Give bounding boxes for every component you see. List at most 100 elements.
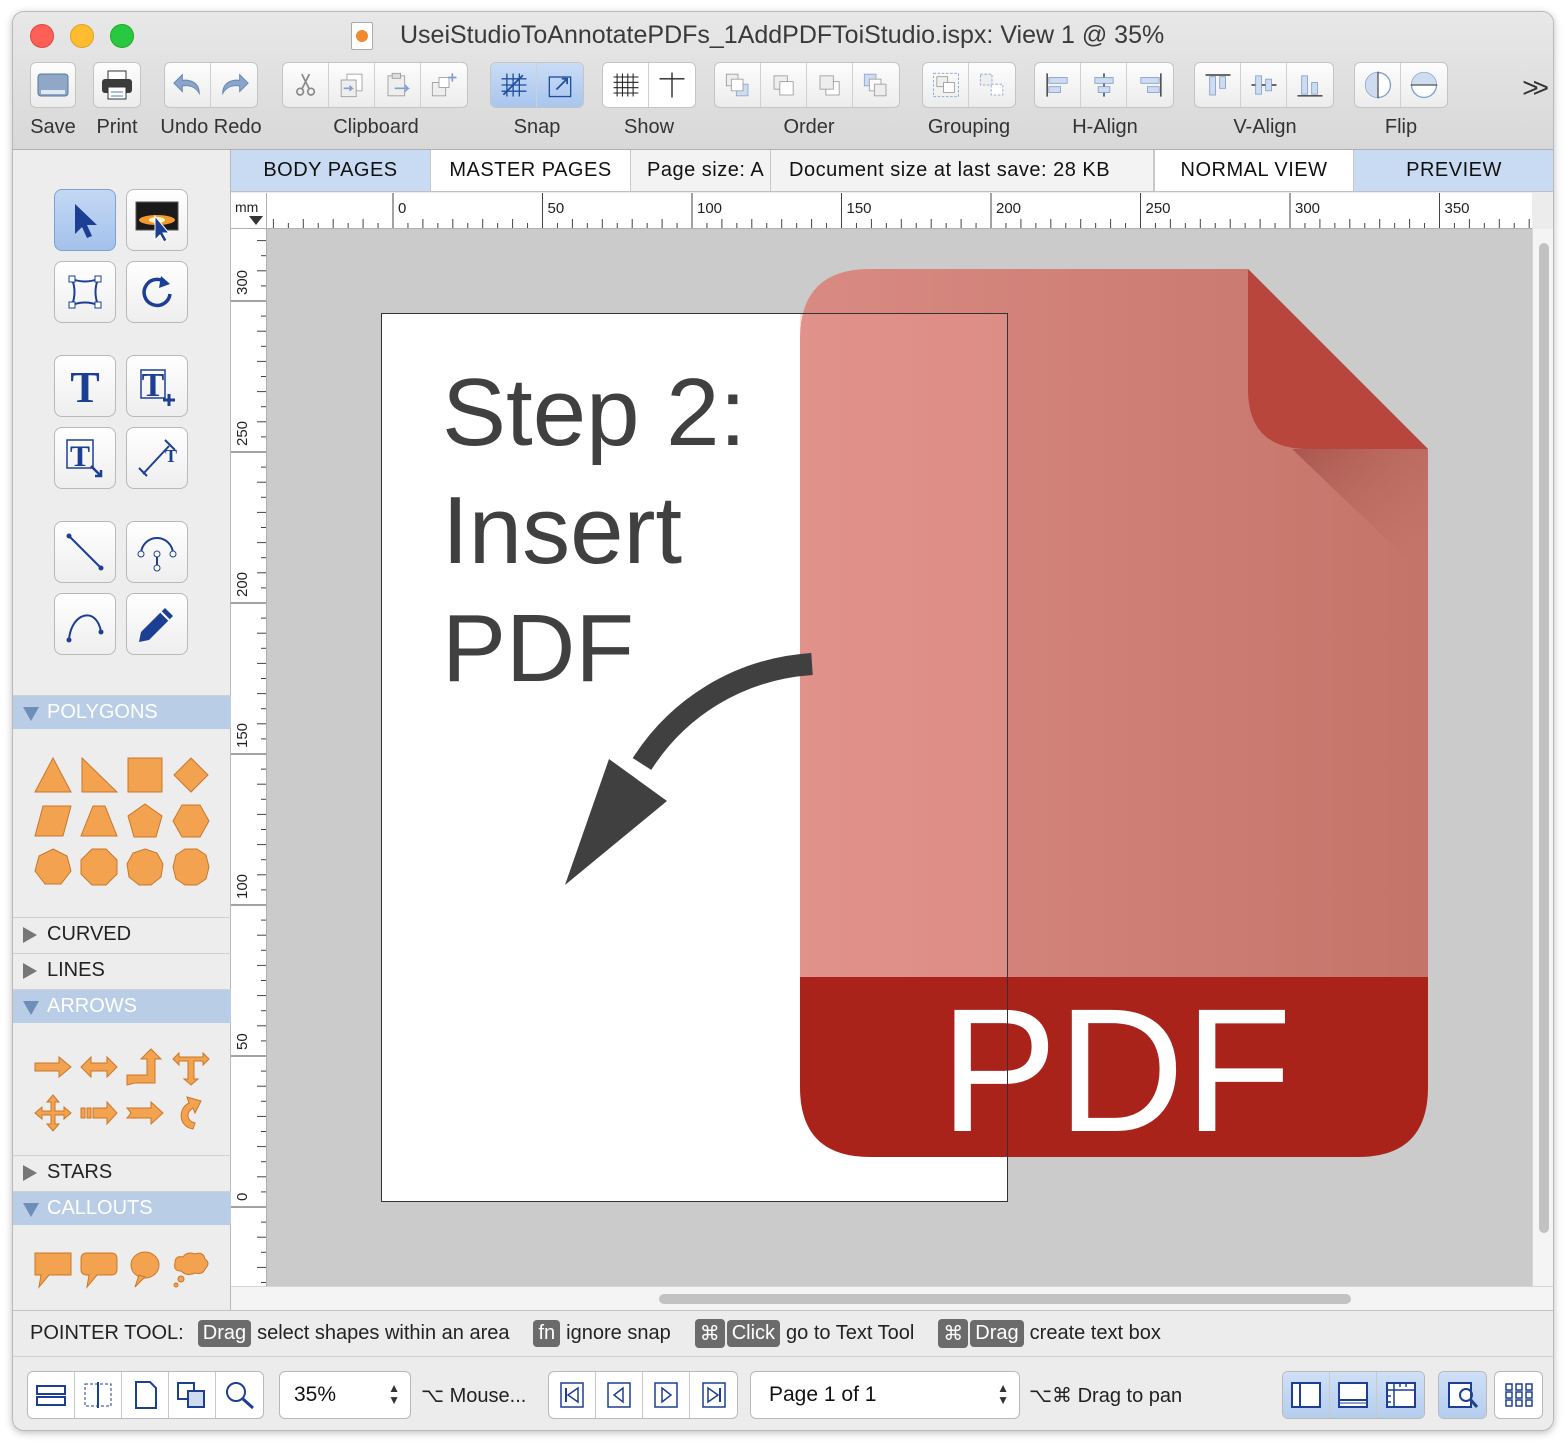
curved-arrow-shape[interactable] [171,1093,211,1133]
align-right-button[interactable] [1127,63,1173,107]
save-button[interactable] [30,62,76,108]
heptagon-shape[interactable] [33,847,73,887]
notched-arrow-shape[interactable] [125,1093,165,1133]
group-button[interactable] [923,63,969,107]
pentagon-shape[interactable] [125,801,165,841]
copy-button[interactable] [329,63,375,107]
bring-forward-button[interactable] [761,63,807,107]
double-arrow-shape[interactable] [79,1047,119,1087]
continuous-view-button[interactable] [28,1372,75,1418]
align-left-button[interactable] [1035,63,1081,107]
pdf-file-icon[interactable]: PDF [800,269,1430,1159]
close-window-button[interactable] [30,24,54,48]
zoom-level-field[interactable]: 35% ▲ ▼ [279,1371,411,1419]
right-arrow-shape[interactable] [33,1047,73,1087]
first-page-button[interactable] [549,1372,596,1418]
bent-arrow-shape[interactable] [125,1047,165,1087]
parallelogram-shape[interactable] [33,801,73,841]
pencil-tool-button[interactable] [126,593,188,655]
quad-arrow-shape[interactable] [33,1093,73,1133]
previous-page-button[interactable] [596,1372,643,1418]
align-top-button[interactable] [1195,63,1241,107]
zoom-tool-button[interactable] [216,1372,263,1418]
section-callouts[interactable]: CALLOUTS [13,1191,231,1225]
section-stars[interactable]: STARS [13,1155,231,1189]
snap-to-grid-button[interactable] [491,63,537,107]
section-lines[interactable]: LINES [13,953,231,987]
cut-button[interactable] [283,63,329,107]
rectangle-callout-shape[interactable] [33,1249,73,1289]
text-tool-button[interactable]: T [54,355,116,417]
section-arrows[interactable]: ARROWS [13,989,231,1023]
inspector-button[interactable] [1439,1372,1486,1418]
duplicate-button[interactable] [421,63,467,107]
curve-tool-button[interactable] [54,593,116,655]
line-tool-button[interactable] [54,521,116,583]
tab-body-pages[interactable]: BODY PAGES [231,150,431,191]
striped-arrow-shape[interactable] [79,1093,119,1133]
nonagon-shape[interactable] [125,847,165,887]
image-tool-button[interactable] [126,189,188,251]
flip-horizontal-button[interactable] [1355,63,1401,107]
print-button[interactable] [93,62,141,108]
decagon-shape[interactable] [171,847,211,887]
toggle-bottom-bar-button[interactable] [1330,1372,1377,1418]
diamond-shape[interactable] [171,755,211,795]
right-triangle-shape[interactable] [79,755,119,795]
toolbar-overflow-button[interactable]: >> [1522,72,1549,104]
hexagon-shape[interactable] [171,801,211,841]
curved-arrow-annotation[interactable] [547,649,817,899]
drawing-canvas[interactable]: Step 2: Insert PDF PDF [267,229,1532,1286]
single-page-button[interactable] [122,1372,169,1418]
snap-to-guides-button[interactable] [537,63,583,107]
triangle-shape[interactable] [33,755,73,795]
tab-preview[interactable]: PREVIEW [1354,150,1553,191]
horizontal-scroll-thumb[interactable] [659,1294,1351,1304]
multiple-pages-button[interactable] [169,1372,216,1418]
zoom-window-button[interactable] [110,24,134,48]
align-center-button[interactable] [1081,63,1127,107]
ruler-units-selector[interactable]: mm [231,193,267,229]
transform-tool-button[interactable] [54,261,116,323]
horizontal-scrollbar[interactable] [231,1286,1553,1310]
page-size-selector[interactable]: Page size: A [631,150,771,191]
vertical-scroll-thumb[interactable] [1539,243,1549,1233]
vertical-scrollbar[interactable] [1532,229,1553,1286]
oval-callout-shape[interactable] [125,1249,165,1289]
send-backward-button[interactable] [807,63,853,107]
octagon-shape[interactable] [79,847,119,887]
dimension-tool-button[interactable]: T [126,427,188,489]
section-polygons[interactable]: POLYGONS [13,695,231,729]
t-arrow-shape[interactable] [171,1047,211,1087]
add-text-tool-button[interactable]: T [126,355,188,417]
next-page-button[interactable] [643,1372,690,1418]
show-guides-button[interactable] [649,63,695,107]
thumbnails-button[interactable] [1495,1372,1542,1418]
text-box-tool-button[interactable]: T [54,427,116,489]
page-selector[interactable]: Page 1 of 1 ▲ ▼ [750,1371,1020,1419]
last-page-button[interactable] [690,1372,737,1418]
rounded-callout-shape[interactable] [79,1249,119,1289]
flip-vertical-button[interactable] [1401,63,1447,107]
trapezoid-shape[interactable] [79,801,119,841]
align-middle-button[interactable] [1241,63,1287,107]
toggle-sidebar-button[interactable] [1283,1372,1330,1418]
send-to-back-button[interactable] [853,63,899,107]
align-bottom-button[interactable] [1287,63,1333,107]
square-shape[interactable] [125,755,165,795]
minimize-window-button[interactable] [70,24,94,48]
paste-button[interactable] [375,63,421,107]
undo-button[interactable] [165,63,211,107]
bring-to-front-button[interactable] [715,63,761,107]
section-curved[interactable]: CURVED [13,917,231,951]
rotate-tool-button[interactable] [126,261,188,323]
cloud-callout-shape[interactable] [171,1249,211,1289]
ungroup-button[interactable] [969,63,1015,107]
pointer-tool-button[interactable] [54,189,116,251]
arc-tool-button[interactable] [126,521,188,583]
redo-button[interactable] [211,63,257,107]
tab-normal-view[interactable]: NORMAL VIEW [1154,150,1354,191]
show-grid-button[interactable] [603,63,649,107]
tab-master-pages[interactable]: MASTER PAGES [431,150,631,191]
toggle-rulers-button[interactable] [1377,1372,1424,1418]
